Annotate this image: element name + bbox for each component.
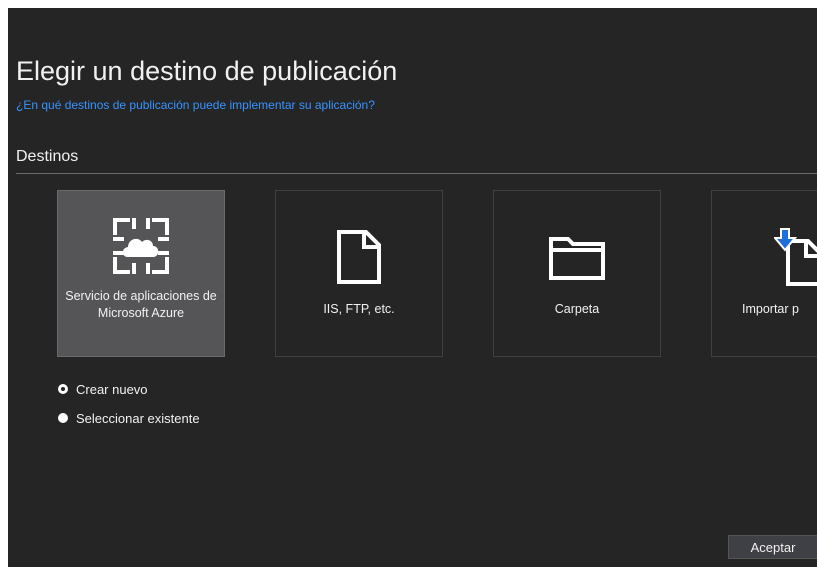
radio-label: Crear nuevo	[76, 381, 148, 397]
radio-label: Seleccionar existente	[76, 410, 200, 426]
target-label: Carpeta	[554, 302, 600, 316]
radio-checked-icon	[58, 384, 68, 394]
section-divider	[16, 173, 817, 174]
target-tile-import[interactable]: Importar p	[711, 190, 817, 357]
dialog-title: Elegir un destino de publicación	[16, 56, 398, 86]
accept-button[interactable]: Aceptar	[728, 535, 817, 559]
target-label: Servicio de aplicaciones de Microsoft Az…	[65, 289, 217, 320]
target-tile-folder[interactable]: Carpeta	[493, 190, 661, 357]
document-icon	[336, 229, 382, 290]
target-tile-iis-ftp[interactable]: IIS, FTP, etc.	[275, 190, 443, 357]
target-label: Importar p	[742, 302, 799, 316]
folder-icon	[548, 233, 606, 286]
help-link[interactable]: ¿En qué destinos de publicación puede im…	[16, 98, 375, 112]
section-label-destinations: Destinos	[16, 148, 79, 165]
radio-select-existing[interactable]: Seleccionar existente	[58, 409, 200, 427]
import-profile-icon	[772, 225, 817, 292]
radio-create-new[interactable]: Crear nuevo	[58, 380, 148, 398]
azure-app-service-icon	[112, 217, 170, 280]
target-tile-azure[interactable]: Servicio de aplicaciones de Microsoft Az…	[57, 190, 225, 357]
radio-unchecked-icon	[58, 413, 68, 423]
publish-dialog: Elegir un destino de publicación ¿En qué…	[8, 8, 817, 567]
target-label: IIS, FTP, etc.	[323, 302, 395, 316]
